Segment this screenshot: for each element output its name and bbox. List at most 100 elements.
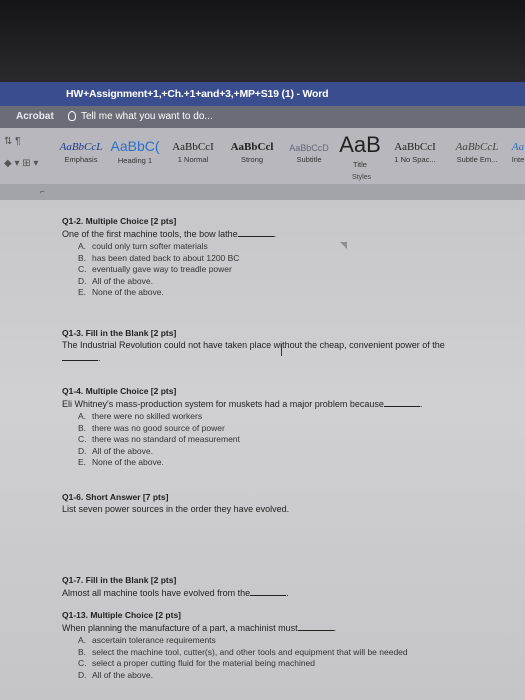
option: A. there were no skilled workers bbox=[62, 411, 422, 423]
style-subtle-emphasis[interactable]: AaBbCcL Subtle Em... bbox=[448, 131, 506, 175]
question-q1-7: Q1-7. Fill in the Blank [2 pts] Almost a… bbox=[62, 575, 289, 600]
style-heading-1[interactable]: AaBbC( Heading 1 bbox=[108, 131, 162, 175]
option: C. select a proper cutting fluid for the … bbox=[62, 658, 408, 670]
tab-stop-icon: ⌐ bbox=[40, 187, 45, 196]
option-letter: A. bbox=[78, 241, 87, 251]
style-normal[interactable]: AaBbCcI 1 Normal bbox=[166, 131, 220, 175]
question-q1-4: Q1-4. Multiple Choice [2 pts] Eli Whitne… bbox=[62, 386, 422, 469]
option-letter: C. bbox=[78, 434, 87, 444]
option-text: select the machine tool, cutter(s), and … bbox=[92, 646, 408, 657]
option-text: ascertain tolerance requirements bbox=[92, 635, 216, 645]
option-text: select a proper cutting fluid for the ma… bbox=[92, 658, 316, 668]
question-heading: Q1-2. Multiple Choice [2 pts] bbox=[62, 216, 177, 226]
option: B. has been dated back to about 1200 BC bbox=[62, 253, 276, 265]
shading-borders-icon[interactable]: ◆ ▾ ⊞ ▾ bbox=[4, 158, 38, 169]
style-name: Heading 1 bbox=[117, 156, 153, 165]
tell-me-label: Tell me what you want to do... bbox=[81, 111, 213, 122]
question-prompt: Almost all machine tools have evolved fr… bbox=[62, 587, 289, 598]
question-heading: Q1-6. Short Answer [7 pts] bbox=[62, 492, 169, 502]
style-intense[interactable]: Aa Inte bbox=[508, 131, 525, 175]
question-prompt-continued: . bbox=[62, 352, 512, 363]
option: C. there was no standard of measurement bbox=[62, 434, 422, 446]
question-q1-13: Q1-13. Multiple Choice [2 pts] When plan… bbox=[62, 610, 408, 681]
option-letter: E. bbox=[78, 457, 87, 467]
style-preview: AaBbCcL bbox=[59, 141, 103, 153]
option-letter: C. bbox=[78, 658, 87, 668]
style-name: Emphasis bbox=[64, 155, 98, 164]
ribbon-tab-row: Acrobat Tell me what you want to do... bbox=[0, 106, 525, 128]
option-letter: E. bbox=[78, 287, 87, 297]
option-text: there was no good source of power bbox=[92, 422, 225, 433]
option-letter: A. bbox=[78, 635, 87, 645]
style-name: Title bbox=[353, 160, 367, 169]
option: D. All of the above. bbox=[62, 446, 422, 458]
page-fold-mark bbox=[340, 242, 347, 249]
tell-me-search[interactable]: Tell me what you want to do... bbox=[68, 111, 213, 122]
option-text: None of the above. bbox=[92, 457, 164, 467]
answer-blank bbox=[62, 352, 98, 361]
style-name: Subtle Em... bbox=[456, 155, 498, 164]
prompt-text: Eli Whitney's mass-production system for… bbox=[62, 399, 384, 409]
style-strong[interactable]: AaBbCcl Strong bbox=[224, 131, 280, 175]
document-page[interactable]: Q1-2. Multiple Choice [2 pts] One of the… bbox=[0, 200, 525, 700]
answer-blank bbox=[237, 228, 274, 237]
question-q1-6: Q1-6. Short Answer [7 pts] List seven po… bbox=[62, 492, 289, 516]
option-text: All of the above. bbox=[92, 445, 153, 456]
style-name: Strong bbox=[240, 155, 264, 164]
style-subtitle[interactable]: AaBbCcD Subtitle bbox=[282, 131, 336, 175]
prompt-text: The Industrial Revolution could not have… bbox=[62, 340, 445, 350]
style-title[interactable]: AaB Title bbox=[338, 131, 382, 175]
option: E. None of the above. bbox=[62, 457, 422, 469]
option-text: eventually gave way to treadle power bbox=[92, 264, 232, 274]
style-preview: Aa bbox=[511, 141, 525, 153]
styles-gallery: AaBbCcL Emphasis AaBbC( Heading 1 AaBbCc… bbox=[56, 131, 525, 175]
style-preview: AaB bbox=[339, 132, 381, 157]
option: D. All of the above. bbox=[62, 276, 276, 288]
style-preview: AaBbCcL bbox=[455, 141, 499, 153]
option: B. there was no good source of power bbox=[62, 423, 422, 435]
style-preview: AaBbCcl bbox=[230, 141, 274, 153]
option-letter: B. bbox=[78, 252, 87, 263]
prompt-text: When planning the manufacture of a part,… bbox=[62, 623, 298, 633]
option: E. None of the above. bbox=[62, 287, 276, 299]
style-name: 1 No Spac... bbox=[394, 155, 436, 164]
question-heading: Q1-7. Fill in the Blank [2 pts] bbox=[62, 575, 177, 585]
option-letter: B. bbox=[78, 646, 87, 657]
question-q1-2: Q1-2. Multiple Choice [2 pts] One of the… bbox=[62, 216, 276, 299]
question-heading: Q1-4. Multiple Choice [2 pts] bbox=[62, 386, 177, 396]
question-heading: Q1-3. Fill in the Blank [2 pts] bbox=[62, 328, 177, 338]
option-letter: C. bbox=[78, 264, 87, 274]
text-cursor bbox=[281, 344, 282, 356]
option-text: None of the above. bbox=[92, 287, 164, 297]
prompt-text: One of the first machine tools, the bow … bbox=[62, 229, 238, 239]
style-preview: AaBbCcI bbox=[394, 141, 436, 153]
style-no-spacing[interactable]: AaBbCcI 1 No Spac... bbox=[386, 131, 444, 175]
sort-pilcrow-icon[interactable]: ⇅ ¶ bbox=[4, 136, 21, 147]
option-text: All of the above. bbox=[92, 275, 153, 286]
prompt-text: Almost all machine tools have evolved fr… bbox=[62, 588, 251, 598]
question-prompt: When planning the manufacture of a part,… bbox=[62, 623, 337, 633]
option: B. select the machine tool, cutter(s), an… bbox=[62, 647, 408, 659]
answer-blank bbox=[250, 587, 287, 596]
question-prompt: One of the first machine tools, the bow … bbox=[62, 228, 277, 239]
option: A. ascertain tolerance requirements bbox=[62, 635, 408, 647]
option-text: could only turn softer materials bbox=[92, 241, 208, 251]
option-text: All of the above. bbox=[92, 669, 153, 680]
question-q1-3: Q1-3. Fill in the Blank [2 pts] The Indu… bbox=[62, 328, 512, 365]
answer-blank bbox=[383, 398, 420, 407]
lightbulb-icon bbox=[68, 111, 76, 121]
background-dark bbox=[0, 0, 525, 82]
style-name: Subtitle bbox=[296, 155, 322, 164]
tab-acrobat[interactable]: Acrobat bbox=[16, 111, 54, 122]
title-bar: HW+Assignment+1,+Ch.+1+and+3,+MP+S19 (1)… bbox=[0, 82, 525, 106]
option-text: there was no standard of measurement bbox=[92, 434, 240, 444]
option-text: has been dated back to about 1200 BC bbox=[92, 252, 240, 263]
style-name: 1 Normal bbox=[177, 155, 209, 164]
style-emphasis[interactable]: AaBbCcL Emphasis bbox=[56, 131, 106, 175]
question-prompt: The Industrial Revolution could not have… bbox=[62, 340, 512, 350]
question-prompt: List seven power sources in the order th… bbox=[62, 504, 290, 514]
question-prompt: Eli Whitney's mass-production system for… bbox=[62, 398, 423, 409]
option-letter: D. bbox=[78, 445, 87, 456]
option-letter: B. bbox=[78, 422, 87, 433]
document-margin: ⌐ bbox=[0, 184, 525, 200]
